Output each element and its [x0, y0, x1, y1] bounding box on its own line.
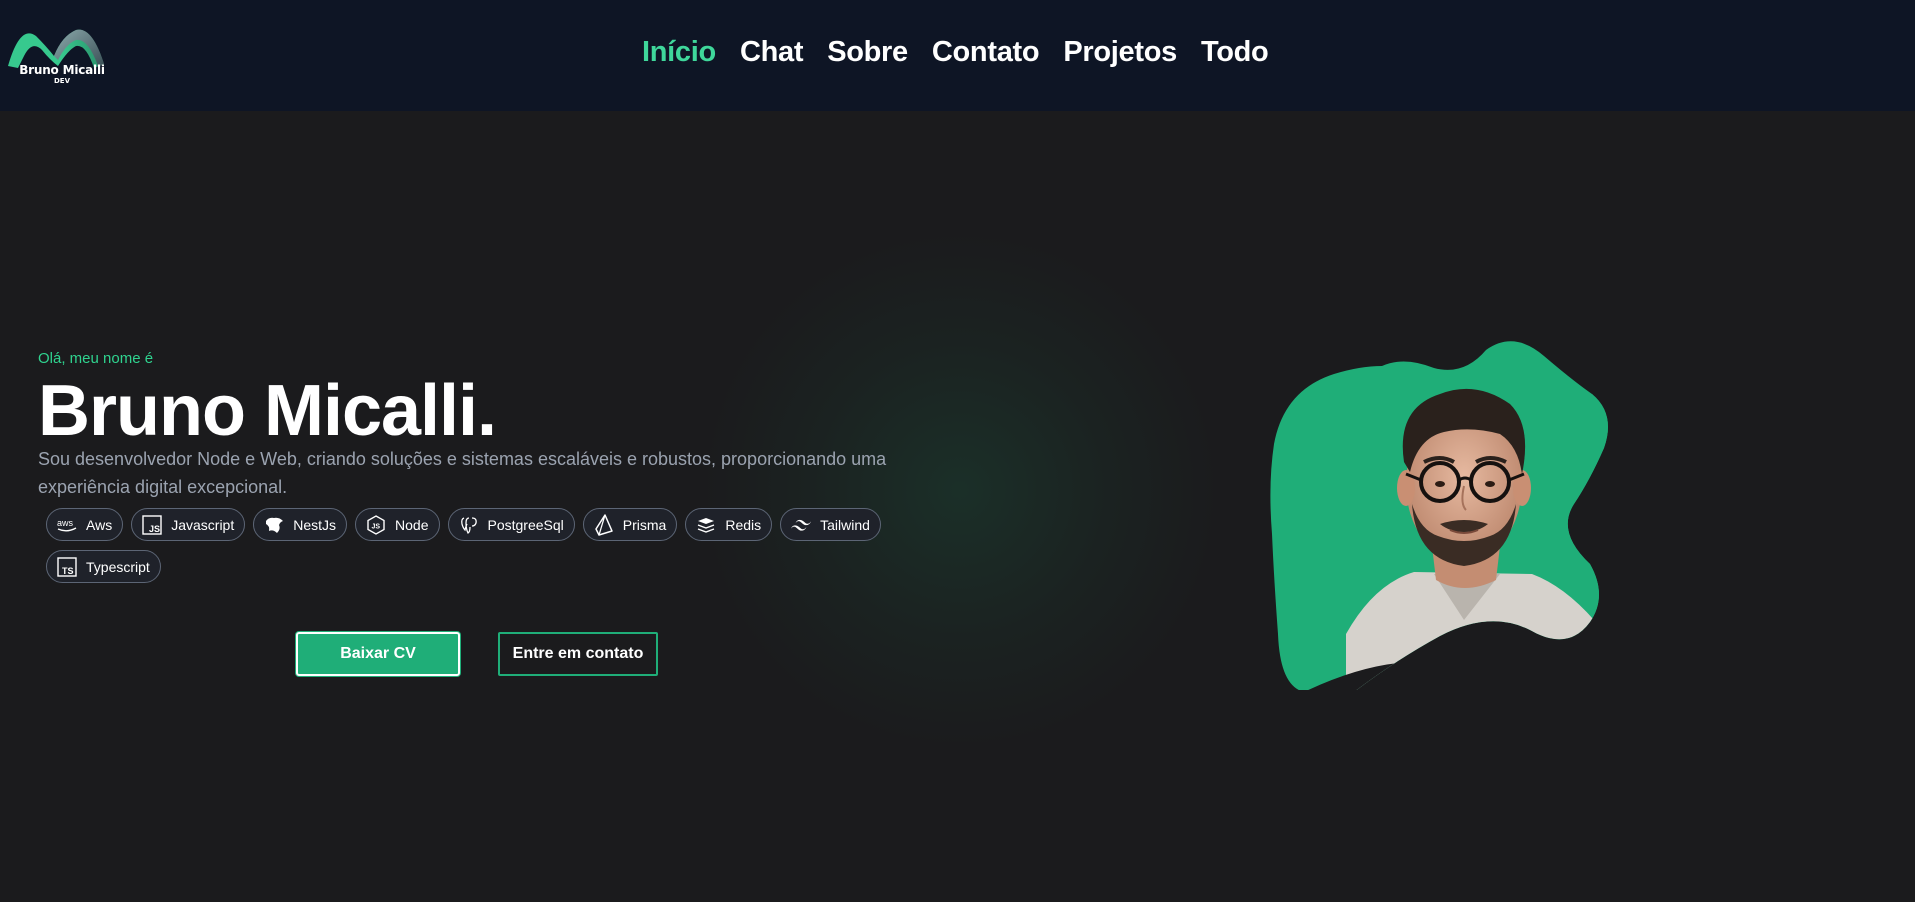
tag-postgresql: PostgreeSql	[447, 508, 575, 541]
profile-blob	[1270, 341, 1609, 692]
tag-tailwind: Tailwind	[780, 508, 881, 541]
svg-text:JS: JS	[372, 523, 381, 530]
svg-text:TS: TS	[62, 566, 74, 576]
nav-projetos[interactable]: Projetos	[1063, 36, 1177, 69]
tag-node: JS Node	[355, 508, 440, 541]
tag-label: Tailwind	[820, 516, 870, 533]
top-navbar: Bruno Micalli DEV Início Chat Sobre Cont…	[0, 0, 1915, 111]
hero-description: Sou desenvolvedor Node e Web, criando so…	[38, 449, 887, 497]
logo[interactable]: Bruno Micalli DEV	[6, 26, 110, 88]
tag-javascript: JS Javascript	[131, 508, 246, 541]
greeting: Olá, meu nome é	[38, 350, 154, 367]
download-cv-button[interactable]: Baixar CV	[296, 632, 460, 676]
tech-tags: aws Aws JS Javascript NestJs JS Node Pos…	[46, 508, 906, 583]
nav-sobre[interactable]: Sobre	[827, 36, 908, 69]
nav-contato[interactable]: Contato	[932, 36, 1040, 69]
javascript-icon: JS	[141, 514, 163, 536]
nav-todo[interactable]: Todo	[1201, 36, 1269, 69]
node-icon: JS	[365, 514, 387, 536]
hero-name: Bruno Micalli.	[38, 371, 497, 451]
main-nav: Início Chat Sobre Contato Projetos Todo	[642, 32, 1269, 72]
tag-label: Javascript	[171, 516, 235, 533]
tag-label: NestJs	[293, 516, 337, 533]
tag-aws: aws Aws	[46, 508, 124, 541]
svg-text:JS: JS	[149, 524, 160, 534]
redis-icon	[695, 514, 717, 536]
tag-label: Typescript	[86, 558, 150, 575]
logo-sub: DEV	[53, 77, 70, 85]
tag-label: PostgreeSql	[487, 516, 564, 533]
tag-label: Aws	[86, 516, 113, 533]
tag-label: Redis	[725, 516, 762, 533]
typescript-icon: TS	[56, 556, 78, 578]
logo-name: Bruno Micalli	[19, 63, 105, 77]
tag-label: Node	[395, 516, 429, 533]
tag-prisma: Prisma	[582, 508, 678, 541]
svg-text:aws: aws	[57, 518, 74, 528]
nav-chat[interactable]: Chat	[740, 36, 804, 69]
nav-inicio[interactable]: Início	[642, 36, 716, 69]
tag-nestjs: NestJs	[253, 508, 348, 541]
tag-label: Prisma	[622, 516, 667, 533]
contact-button[interactable]: Entre em contato	[498, 632, 658, 676]
profile-photo	[1264, 334, 1650, 692]
postgresql-icon	[458, 514, 480, 536]
tag-typescript: TS Typescript	[46, 550, 161, 583]
tailwind-icon	[790, 514, 812, 536]
aws-icon: aws	[56, 514, 78, 536]
tag-redis: Redis	[685, 508, 773, 541]
nestjs-icon	[263, 514, 285, 536]
prisma-icon	[593, 513, 615, 536]
